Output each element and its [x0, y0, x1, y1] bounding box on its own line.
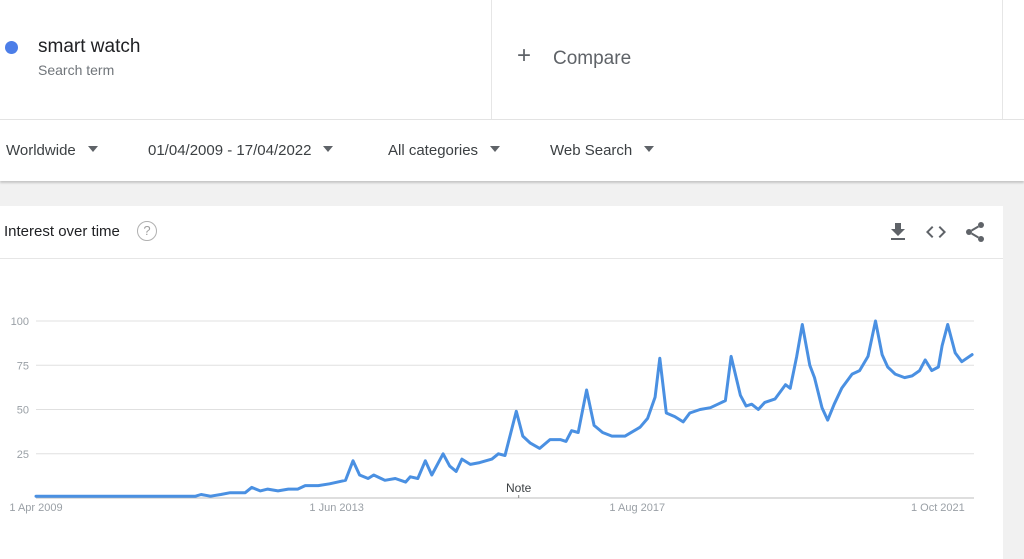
date-range-value: 01/04/2009 - 17/04/2022	[148, 142, 312, 159]
plus-icon: +	[517, 42, 532, 69]
download-button[interactable]	[886, 220, 910, 244]
embed-code-icon	[926, 226, 946, 238]
region-value: Worldwide	[6, 142, 76, 159]
compare-button[interactable]: + Compare	[493, 0, 1003, 119]
share-button[interactable]	[963, 220, 987, 244]
search-terms-bar: smart watch Search term + Compare	[0, 0, 1024, 120]
category-dropdown[interactable]: All categories	[388, 142, 501, 159]
interest-over-time-card: Interest over time ?	[0, 206, 1003, 559]
download-icon	[891, 223, 905, 240]
search-type-dropdown[interactable]: Web Search	[550, 142, 655, 159]
caret-down-icon	[323, 146, 334, 152]
search-term-subtitle: Search term	[38, 62, 115, 78]
category-value: All categories	[388, 142, 479, 159]
caret-down-icon	[87, 146, 98, 152]
card-title: Interest over time	[4, 223, 120, 240]
share-icon	[966, 222, 984, 242]
caret-down-icon	[490, 146, 501, 152]
embed-button[interactable]	[924, 220, 948, 244]
filters-bar: Worldwide 01/04/2009 - 17/04/2022 All ca…	[0, 120, 1024, 181]
series-color-dot-icon	[5, 41, 18, 54]
search-term-card[interactable]: smart watch Search term	[0, 0, 492, 119]
date-range-dropdown[interactable]: 01/04/2009 - 17/04/2022	[148, 142, 334, 159]
help-icon[interactable]: ?	[137, 221, 157, 241]
search-term-name[interactable]: smart watch	[38, 36, 140, 58]
region-dropdown[interactable]: Worldwide	[6, 142, 98, 159]
card-divider	[0, 258, 1003, 259]
search-type-value: Web Search	[550, 142, 633, 159]
caret-down-icon	[644, 146, 655, 152]
compare-label: Compare	[553, 48, 632, 69]
